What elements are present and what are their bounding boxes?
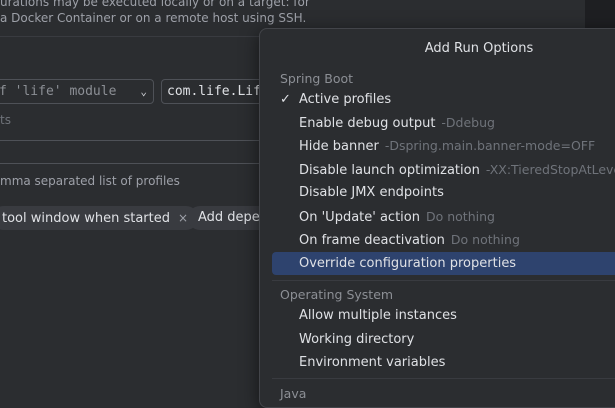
chip-label: Add depen xyxy=(198,210,269,225)
group-header-spring-boot: Spring Boot xyxy=(280,71,354,86)
menu-item-hint: -Dspring.main.banner-mode=OFF xyxy=(384,138,596,153)
menu-item-override-configuration-properties[interactable]: Override configuration properties xyxy=(272,252,615,275)
module-select-value: f 'life' module xyxy=(0,84,117,99)
main-class-value: com.life.Life xyxy=(167,84,269,99)
menu-item-active-profiles[interactable]: ✓ Active profiles xyxy=(272,88,615,111)
menu-item-hint: -Ddebug xyxy=(441,115,495,130)
menu-item-label: On 'Update' action xyxy=(299,210,420,225)
popup-title: Add Run Options xyxy=(424,41,534,56)
description-line-2: a Docker Container or on a remote host u… xyxy=(0,11,307,25)
menu-item-on-update-action[interactable]: On 'Update' action Do nothing xyxy=(272,205,615,228)
menu-item-label: Working directory xyxy=(299,332,415,347)
profiles-hint: mma separated list of profiles xyxy=(0,174,180,188)
menu-item-hint: Do nothing xyxy=(450,232,520,247)
menu-item-label: On frame deactivation xyxy=(299,233,445,248)
menu-item-hide-banner[interactable]: Hide banner -Dspring.main.banner-mode=OFF xyxy=(272,134,615,157)
scrollbar-area xyxy=(585,0,615,28)
menu-item-disable-launch-optimization[interactable]: Disable launch optimization -XX:TieredSto… xyxy=(272,158,615,181)
menu-item-on-frame-deactivation[interactable]: On frame deactivation Do nothing xyxy=(272,228,615,251)
module-select[interactable]: f 'life' module ⌄ xyxy=(0,79,154,104)
menu-item-enable-debug-output[interactable]: Enable debug output -Ddebug xyxy=(272,111,615,134)
menu-item-label: Allow multiple instances xyxy=(299,308,457,323)
description-line-1: urations may be executed locally or on a… xyxy=(0,0,310,9)
menu-item-label: Enable debug output xyxy=(299,116,436,131)
menu-item-label: Disable JMX endpoints xyxy=(299,185,444,200)
group-header-java: Java xyxy=(280,386,307,401)
menu-item-label: Override configuration properties xyxy=(299,256,517,271)
chip-label: tool window when started xyxy=(2,211,170,226)
group-divider xyxy=(272,280,615,281)
close-icon[interactable]: × xyxy=(178,211,188,225)
menu-item-working-directory[interactable]: Working directory xyxy=(272,328,615,351)
menu-item-environment-variables[interactable]: Environment variables xyxy=(272,351,615,374)
description-text: urations may be executed locally or on a… xyxy=(0,0,310,26)
menu-item-hint: -XX:TieredStopAtLevel= xyxy=(485,162,615,177)
chevron-down-icon[interactable]: ⌄ xyxy=(140,80,147,103)
menu-item-label: Active profiles xyxy=(299,92,392,107)
menu-item-label: Hide banner xyxy=(299,139,379,154)
menu-item-label: Disable launch optimization xyxy=(299,163,480,178)
section-label: ts xyxy=(0,113,11,127)
check-icon: ✓ xyxy=(280,92,291,107)
group-divider xyxy=(272,378,615,379)
add-run-options-popup: Add Run Options Spring Boot ✓ Active pro… xyxy=(259,28,615,408)
menu-item-label: Environment variables xyxy=(299,355,446,370)
menu-item-disable-jmx-endpoints[interactable]: Disable JMX endpoints xyxy=(272,181,615,204)
group-header-operating-system: Operating System xyxy=(280,287,394,302)
option-chip-open-tool-window[interactable]: tool window when started × xyxy=(0,206,199,230)
menu-item-hint: Do nothing xyxy=(425,209,495,224)
menu-item-allow-multiple-instances[interactable]: Allow multiple instances xyxy=(272,304,615,327)
